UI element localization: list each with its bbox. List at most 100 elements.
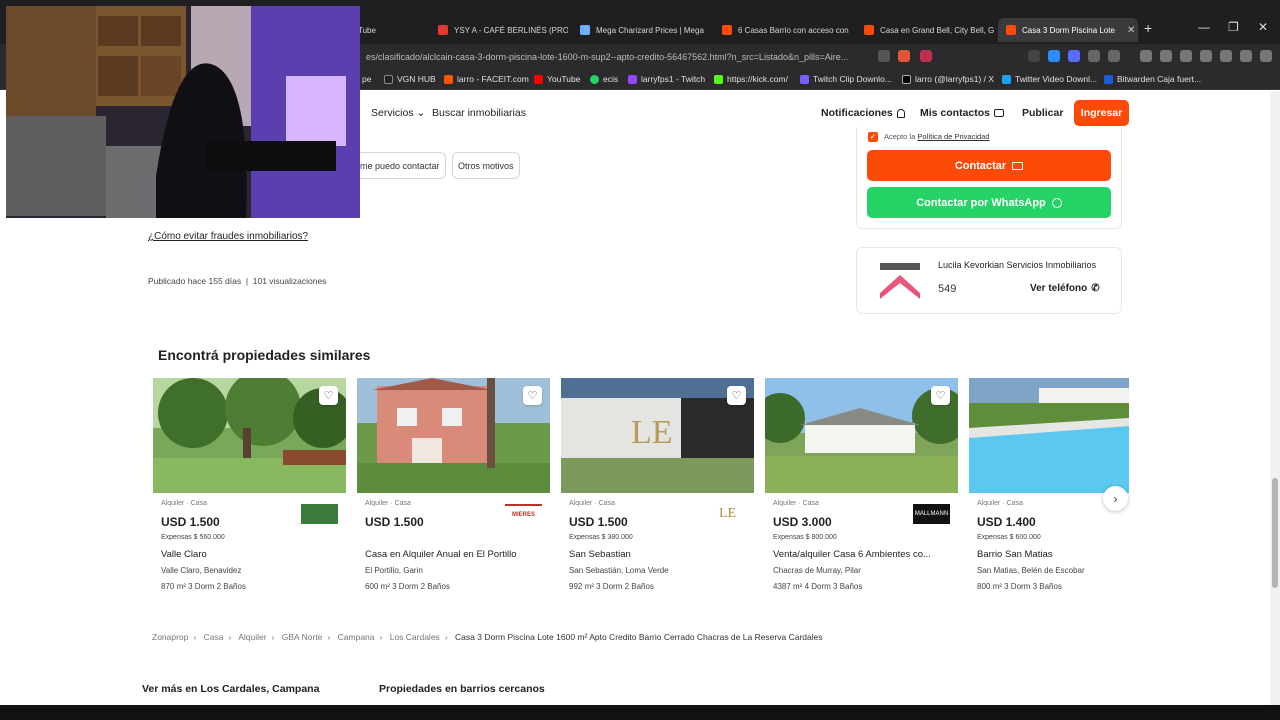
whatsapp-button[interactable]: Contactar por WhatsApp bbox=[867, 187, 1111, 218]
agency-logo bbox=[301, 504, 338, 524]
scrollbar-thumb[interactable] bbox=[1272, 478, 1278, 588]
maximize-icon[interactable]: ❐ bbox=[1228, 20, 1239, 34]
card-expensas: Expensas $ 800.000 bbox=[773, 534, 837, 541]
new-tab-button[interactable]: + bbox=[1144, 20, 1152, 36]
browser-tab[interactable]: 6 Casas Barrio con acceso con bbox=[714, 18, 852, 42]
heart-icon[interactable]: ♡ bbox=[319, 386, 338, 405]
privacy-text: Acepto la Política de Privacidad bbox=[884, 132, 990, 141]
card-features: 4387 m² 4 Dorm 3 Baños bbox=[773, 582, 863, 591]
collections-icon[interactable] bbox=[1200, 50, 1212, 62]
extension-icon[interactable] bbox=[1088, 50, 1100, 62]
card-features: 800 m² 3 Dorm 3 Baños bbox=[977, 582, 1062, 591]
extension-icon[interactable] bbox=[1108, 50, 1120, 62]
breadcrumb-item[interactable]: Campana bbox=[338, 632, 375, 642]
similares-title: Encontrá propiedades similares bbox=[158, 347, 371, 363]
music-icon[interactable] bbox=[1160, 50, 1172, 62]
extension-icon[interactable] bbox=[1068, 50, 1080, 62]
chevron-down-icon: ⌄ bbox=[416, 107, 426, 119]
shield-icon[interactable] bbox=[1240, 50, 1252, 62]
heart-icon[interactable]: ♡ bbox=[931, 386, 950, 405]
share-icon[interactable] bbox=[878, 50, 890, 62]
bookmark[interactable]: Twitch Clip Downlo... bbox=[800, 74, 892, 84]
extension-icon[interactable] bbox=[920, 50, 932, 62]
publicar-link[interactable]: Publicar bbox=[1022, 107, 1063, 119]
browser-tab-active[interactable]: Casa 3 Dorm Piscina Lote ✕ bbox=[998, 18, 1138, 42]
url-field[interactable]: es/clasificado/alclcain-casa-3-dorm-pisc… bbox=[366, 48, 866, 66]
card-location: San Sebastián, Loma Verde bbox=[569, 566, 669, 575]
bookmark[interactable]: pe bbox=[362, 74, 371, 84]
heart-icon[interactable]: ♡ bbox=[727, 386, 746, 405]
sidebar-icon[interactable] bbox=[1180, 50, 1192, 62]
property-card[interactable]: LE ♡ Alquiler · Casa USD 1.500 LE Expens… bbox=[561, 378, 754, 597]
breadcrumb-item[interactable]: Casa bbox=[204, 632, 224, 642]
extension-icon[interactable] bbox=[1028, 50, 1040, 62]
minimize-icon[interactable]: — bbox=[1198, 20, 1210, 34]
heart-icon[interactable]: ♡ bbox=[523, 386, 542, 405]
card-kind: Alquiler · Casa bbox=[365, 500, 411, 507]
browser-tab[interactable]: YSY A - CAFÉ BERLINÉS (PROD bbox=[430, 18, 568, 42]
breadcrumb-item[interactable]: Los Cardales bbox=[390, 632, 440, 642]
contactar-button[interactable]: Contactar bbox=[867, 150, 1111, 181]
tab-label: Casa 3 Dorm Piscina Lote bbox=[1022, 25, 1115, 35]
browser-tab[interactable]: Tube bbox=[350, 18, 426, 42]
breadcrumb-item[interactable]: Alquiler bbox=[238, 632, 266, 642]
property-photo bbox=[969, 378, 1129, 493]
ingresar-button[interactable]: Ingresar bbox=[1074, 100, 1129, 126]
scrollbar-track[interactable] bbox=[1270, 91, 1280, 705]
x-icon bbox=[902, 74, 911, 84]
whatsapp-label: Contactar por WhatsApp bbox=[916, 196, 1046, 209]
bookmark[interactable]: larro - FACEIT.com bbox=[444, 74, 529, 84]
zonaprop-icon bbox=[722, 25, 732, 35]
motivo-chip[interactable]: me puedo contactar bbox=[354, 152, 446, 179]
motivo-chip[interactable]: Otros motivos bbox=[452, 152, 520, 179]
bookmark[interactable]: larryfps1 - Twitch bbox=[628, 74, 705, 84]
agency-logo: MALLMANN bbox=[913, 504, 950, 524]
bookmark[interactable]: YouTube bbox=[534, 74, 580, 84]
property-card[interactable]: ♡ Alquiler · Casa USD 1.500 Expensas $ 5… bbox=[153, 378, 346, 597]
bookmark[interactable]: Twitter Video Downl... bbox=[1002, 74, 1097, 84]
property-card[interactable]: Alquiler · Casa USD 1.400 Expensas $ 600… bbox=[969, 378, 1129, 597]
close-tab-icon[interactable]: ✕ bbox=[1127, 25, 1135, 36]
bookmark[interactable]: Bitwarden Caja fuert... bbox=[1104, 74, 1201, 84]
mis-contactos-link[interactable]: Mis contactos bbox=[920, 107, 1005, 119]
whatsapp-icon bbox=[590, 74, 599, 84]
chevron-right-icon: › bbox=[271, 632, 275, 642]
card-expensas: Expensas $ 560.000 bbox=[161, 534, 225, 541]
svg-text:LE: LE bbox=[631, 414, 673, 451]
extension-icon[interactable] bbox=[898, 50, 910, 62]
bookmark[interactable]: VGN HUB bbox=[384, 74, 436, 84]
site-icon bbox=[580, 25, 590, 35]
breadcrumb-item[interactable]: GBA Norte bbox=[282, 632, 323, 642]
breadcrumb-item[interactable]: Zonaprop bbox=[152, 632, 188, 642]
agency-logo: LE bbox=[718, 506, 737, 521]
property-card[interactable]: ♡ Alquiler · Casa USD 3.000 MALLMANN Exp… bbox=[765, 378, 958, 597]
copilot-icon[interactable] bbox=[1220, 50, 1232, 62]
zonaprop-icon bbox=[1006, 25, 1016, 35]
notificaciones-link[interactable]: Notificaciones bbox=[821, 107, 905, 119]
privacy-checkbox[interactable]: ✓ bbox=[868, 132, 878, 142]
bookmark[interactable]: https://kick.com/ bbox=[714, 74, 788, 84]
menu-icon[interactable] bbox=[1260, 50, 1272, 62]
browser-tab[interactable]: Casa en Grand Bell, City Bell, G bbox=[856, 18, 994, 42]
bookmark[interactable]: larro (@larryfps1) / X bbox=[902, 74, 994, 84]
fraude-link[interactable]: ¿Cómo evitar fraudes inmobiliarios? bbox=[148, 231, 308, 242]
ver-telefono-button[interactable]: Ver teléfono ✆ bbox=[1030, 283, 1100, 294]
card-price: USD 1.400 bbox=[977, 515, 1036, 529]
nav-buscar-inmobiliarias[interactable]: Buscar inmobiliarias bbox=[432, 107, 526, 119]
card-title: Barrio San Matias bbox=[977, 549, 1053, 560]
close-window-icon[interactable]: ✕ bbox=[1258, 20, 1268, 34]
privacy-link[interactable]: Política de Privacidad bbox=[917, 132, 989, 141]
tab-label: Mega Charizard Prices | Mega bbox=[596, 25, 704, 35]
nav-servicios[interactable]: Servicios ⌄ bbox=[371, 107, 425, 119]
bookmark-label: YouTube bbox=[547, 74, 581, 84]
bookmark[interactable]: ecis bbox=[590, 74, 618, 84]
card-location: Valle Claro, Benavidez bbox=[161, 566, 242, 575]
property-card[interactable]: ♡ Alquiler · Casa USD 1.500 MIERES Casa … bbox=[357, 378, 550, 597]
download-icon[interactable] bbox=[1140, 50, 1152, 62]
tab-label: Tube bbox=[358, 25, 376, 35]
webcam-overlay bbox=[6, 6, 360, 218]
browser-tab[interactable]: Mega Charizard Prices | Mega bbox=[572, 18, 710, 42]
contactos-label: Mis contactos bbox=[920, 107, 991, 119]
carousel-next-button[interactable]: › bbox=[1103, 486, 1128, 511]
extension-icon[interactable] bbox=[1048, 50, 1060, 62]
